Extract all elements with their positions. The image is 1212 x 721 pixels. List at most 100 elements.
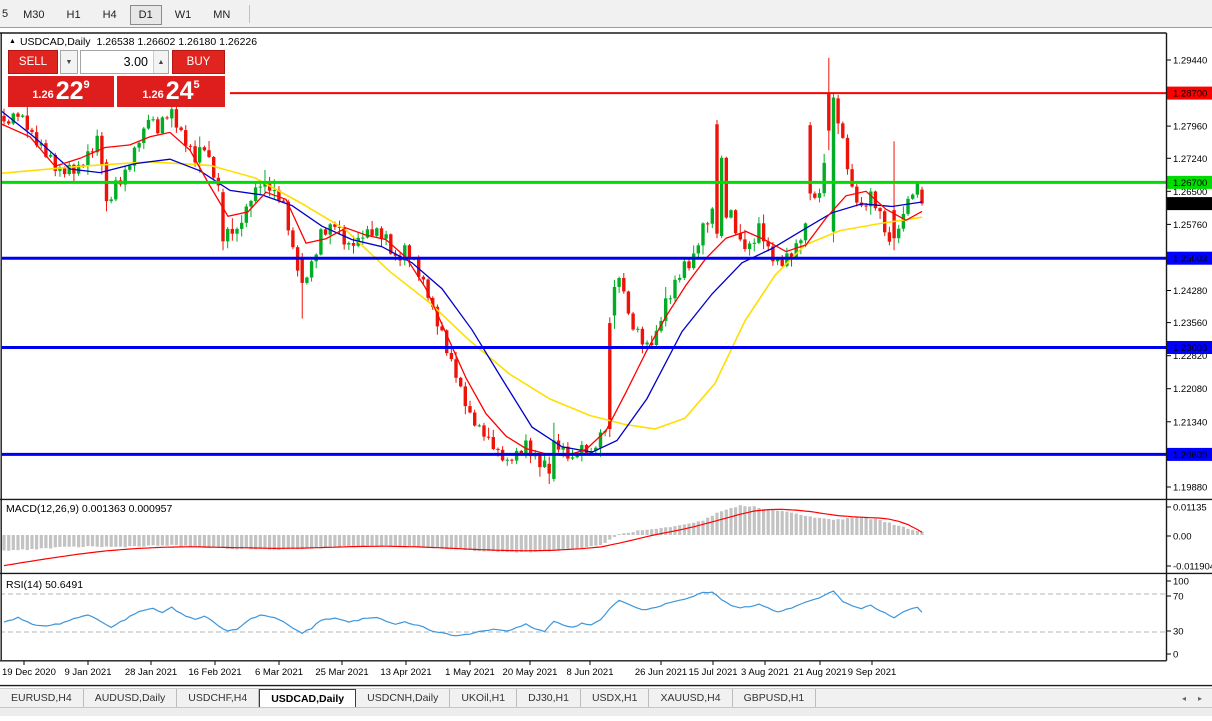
candle-body: [883, 211, 886, 232]
timeframe-toolbar: 5 M30H1H4D1W1MN: [0, 0, 1212, 28]
candle-body: [240, 223, 243, 229]
macd-histogram-bar: [315, 535, 318, 548]
macd-histogram-bar: [562, 535, 565, 550]
tab-eurusd-h4[interactable]: EURUSD,H4: [0, 689, 84, 707]
volume-increase-button[interactable]: ▲: [153, 51, 168, 73]
macd-histogram-bar: [468, 535, 471, 550]
macd-histogram-bar: [776, 511, 779, 535]
macd-histogram-bar: [748, 507, 751, 535]
sell-price-pip-digit: 9: [84, 79, 90, 91]
chart-canvas[interactable]: 1.294401.279601.272401.265001.257601.242…: [0, 0, 1212, 716]
macd-indicator-label: MACD(12,26,9) 0.001363 0.000957: [6, 503, 173, 515]
candle-body: [151, 119, 154, 120]
macd-histogram-bar: [613, 535, 616, 537]
macd-histogram-bar: [851, 518, 854, 535]
macd-histogram-bar: [618, 534, 621, 535]
macd-histogram-bar: [338, 535, 341, 547]
macd-histogram-bar: [599, 535, 602, 545]
sell-button[interactable]: SELL: [8, 50, 58, 74]
macd-histogram-bar: [198, 535, 201, 547]
macd-histogram-bar: [301, 535, 304, 549]
candle-body: [147, 120, 150, 129]
time-tick-label: 20 May 2021: [503, 667, 558, 678]
buy-price-display[interactable]: 1.26 24 5: [117, 76, 225, 107]
volume-dropdown-button[interactable]: ▼: [60, 50, 78, 74]
rsi-indicator-label: RSI(14) 50.6491: [6, 579, 83, 591]
tab-audusd-daily[interactable]: AUDUSD,Daily: [84, 689, 178, 707]
candle-body: [622, 278, 625, 292]
macd-histogram-bar: [911, 530, 914, 535]
tab-gbpusd-h1[interactable]: GBPUSD,H1: [733, 689, 817, 707]
volume-input[interactable]: [81, 51, 153, 73]
candle-body: [864, 206, 867, 207]
macd-histogram-bar: [21, 535, 24, 549]
candle-body: [608, 323, 611, 429]
candle-body: [175, 109, 178, 127]
timeframe-buttons: M30H1H4D1W1MN: [12, 5, 241, 23]
candle-body: [711, 209, 714, 224]
timeframe-button-partial[interactable]: 5: [2, 8, 12, 20]
toolbar-divider: [249, 5, 250, 23]
sell-price-display[interactable]: 1.26 22 9: [8, 76, 114, 107]
price-badge-label: 1.20609: [1173, 450, 1207, 461]
timeframe-button-MN[interactable]: MN: [204, 5, 239, 25]
candle-body: [170, 109, 173, 118]
time-tick-label: 16 Feb 2021: [188, 667, 241, 678]
candle-body: [855, 187, 858, 203]
timeframe-button-W1[interactable]: W1: [166, 5, 201, 25]
macd-histogram-bar: [571, 535, 574, 549]
macd-histogram-bar: [287, 535, 290, 549]
candle-body: [734, 210, 737, 233]
candle-body: [641, 329, 644, 345]
candle-body: [291, 230, 294, 247]
macd-histogram-bar: [785, 512, 788, 535]
chart-ohlc-values: 1.26538 1.26602 1.26180 1.26226: [97, 36, 258, 48]
tab-dj30-h1[interactable]: DJ30,H1: [517, 689, 581, 707]
buy-price-big-digits: 24: [166, 79, 194, 104]
macd-histogram-bar: [534, 535, 537, 552]
tab-ukoil-h1[interactable]: UKOil,H1: [450, 689, 517, 707]
time-tick-label: 28 Jan 2021: [125, 667, 177, 678]
tab-usdchf-h4[interactable]: USDCHF,H4: [177, 689, 259, 707]
candle-body: [464, 386, 467, 406]
candle-body: [757, 223, 760, 243]
collapse-arrow-icon[interactable]: ▲: [9, 38, 16, 45]
macd-histogram-bar: [189, 535, 192, 546]
buy-button[interactable]: BUY: [172, 50, 225, 74]
macd-histogram-bar: [305, 535, 308, 548]
macd-histogram-bar: [496, 535, 499, 552]
tabs-scroll-right-icon[interactable]: ▸: [1198, 694, 1202, 703]
timeframe-button-H4[interactable]: H4: [94, 5, 126, 25]
timeframe-button-H1[interactable]: H1: [58, 5, 90, 25]
tab-usdcad-daily[interactable]: USDCAD,Daily: [259, 689, 356, 707]
macd-histogram-bar: [63, 535, 66, 547]
candle-body: [697, 245, 700, 253]
tab-xauusd-h4[interactable]: XAUUSD,H4: [649, 689, 732, 707]
macd-histogram-bar: [147, 535, 150, 546]
macd-histogram-bar: [837, 519, 840, 535]
candle-body: [478, 425, 481, 426]
macd-histogram-bar: [273, 535, 276, 550]
candle-body: [836, 98, 839, 123]
timeframe-button-M30[interactable]: M30: [14, 5, 53, 25]
macd-histogram-bar: [501, 535, 504, 552]
timeframe-button-D1[interactable]: D1: [130, 5, 162, 25]
candle-body: [231, 229, 234, 234]
macd-histogram-bar: [77, 535, 80, 547]
sell-price-prefix: 1.26: [32, 89, 53, 101]
candle-body: [548, 464, 551, 474]
candle-body: [221, 192, 224, 241]
tabs-scroll-left-icon[interactable]: ◂: [1182, 694, 1186, 703]
macd-histogram-bar: [156, 535, 159, 546]
candle-body: [380, 228, 383, 239]
tab-usdcnh-daily[interactable]: USDCNH,Daily: [356, 689, 450, 707]
macd-histogram-bar: [715, 513, 718, 535]
tab-usdx-h1[interactable]: USDX,H1: [581, 689, 650, 707]
candle-body: [678, 278, 681, 280]
application-window: 5 M30H1H4D1W1MN 1.294401.279601.272401.2…: [0, 0, 1212, 716]
candle-body: [273, 190, 276, 191]
candle-body: [552, 441, 555, 479]
macd-histogram-bar: [781, 511, 784, 535]
macd-histogram-bar: [734, 507, 737, 535]
macd-histogram-bar: [352, 535, 355, 547]
